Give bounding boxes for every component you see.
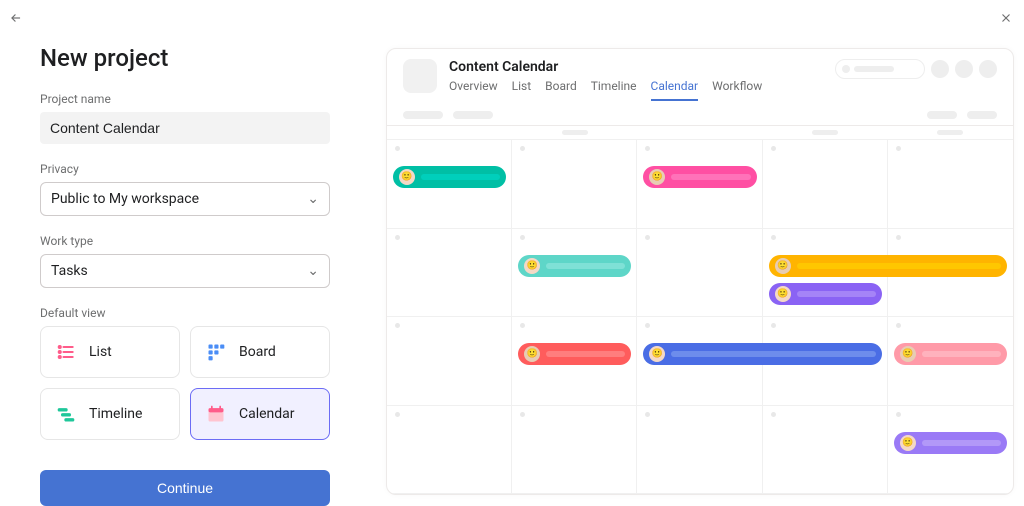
view-tile-list[interactable]: List [40,326,180,378]
chevron-down-icon: ⌄ [307,263,319,279]
avatar: 🙂 [775,286,791,302]
calendar-preview: 🙂 🙂 🙂 🙂 🙂 🙂 🙂 🙂 🙂 [387,125,1013,494]
event-bar-skeleton [546,351,625,357]
view-tile-timeline[interactable]: Timeline [40,388,180,440]
avatar: 🙂 [775,258,791,274]
privacy-select[interactable]: Public to My workspace ⌄ [40,182,330,216]
preview-panel: Content Calendar Overview List Board Tim… [360,38,1024,501]
project-name-input[interactable] [40,112,330,144]
view-tile-label: List [89,344,112,360]
calendar-cell[interactable] [387,317,512,406]
timeline-icon [55,403,77,425]
calendar-cell[interactable] [387,229,512,318]
event-bar-skeleton [421,174,500,180]
event-bar-skeleton [797,291,876,297]
view-tile-label: Board [239,344,276,360]
new-project-form: New project Project name Privacy Public … [0,38,360,501]
calendar-grid: 🙂 🙂 🙂 🙂 🙂 🙂 🙂 🙂 🙂 [387,140,1013,494]
work-type-label: Work type [40,234,330,248]
view-tile-label: Timeline [89,406,142,422]
list-icon [55,341,77,363]
avatar: 🙂 [649,169,665,185]
calendar-event[interactable]: 🙂 [643,343,881,365]
header-actions-skeleton [835,59,997,79]
preview-project-title: Content Calendar [449,59,823,75]
avatar: 🙂 [524,346,540,362]
calendar-cell[interactable] [763,140,888,229]
calendar-cell[interactable] [387,406,512,495]
calendar-event[interactable]: 🙂 [393,166,506,188]
preview-card: Content Calendar Overview List Board Tim… [386,48,1014,495]
privacy-value: Public to My workspace [51,191,199,207]
calendar-event[interactable]: 🙂 [518,255,631,277]
close-icon[interactable] [996,8,1016,28]
calendar-cell[interactable] [637,406,762,495]
tab-workflow[interactable]: Workflow [712,79,762,101]
preview-tabs: Overview List Board Timeline Calendar Wo… [449,79,823,101]
calendar-cell[interactable] [637,229,762,318]
page-title: New project [40,44,330,72]
calendar-event[interactable]: 🙂 [518,343,631,365]
project-name-label: Project name [40,92,330,106]
event-bar-skeleton [546,263,625,269]
calendar-day-headers [387,126,1013,140]
calendar-cell[interactable] [512,406,637,495]
calendar-event[interactable]: 🙂 [894,343,1007,365]
calendar-icon [205,403,227,425]
avatar: 🙂 [399,169,415,185]
tab-calendar[interactable]: Calendar [651,79,699,101]
calendar-event[interactable]: 🙂 [894,432,1007,454]
project-icon-placeholder [403,59,437,93]
avatar: 🙂 [524,258,540,274]
event-bar-skeleton [922,440,1001,446]
default-view-grid: List Board Timeline Calendar [40,326,330,440]
calendar-cell[interactable] [512,140,637,229]
calendar-event[interactable]: 🙂 [643,166,756,188]
work-type-select[interactable]: Tasks ⌄ [40,254,330,288]
view-tile-calendar[interactable]: Calendar [190,388,330,440]
event-bar-skeleton [797,263,1001,269]
tab-overview[interactable]: Overview [449,79,498,101]
avatar: 🙂 [900,346,916,362]
board-icon [205,341,227,363]
toolbar-skeleton [387,101,1013,125]
calendar-event[interactable]: 🙂 [769,283,882,305]
tab-board[interactable]: Board [545,79,577,101]
avatar: 🙂 [649,346,665,362]
calendar-event[interactable]: 🙂 [769,255,1007,277]
back-arrow-icon[interactable] [6,8,26,28]
tab-list[interactable]: List [512,79,532,101]
event-bar-skeleton [922,351,1001,357]
privacy-label: Privacy [40,162,330,176]
event-bar-skeleton [671,351,875,357]
default-view-label: Default view [40,306,330,320]
tab-timeline[interactable]: Timeline [591,79,637,101]
view-tile-label: Calendar [239,406,295,422]
calendar-cell[interactable] [888,140,1013,229]
event-bar-skeleton [671,174,750,180]
calendar-cell[interactable] [763,406,888,495]
view-tile-board[interactable]: Board [190,326,330,378]
chevron-down-icon: ⌄ [307,191,319,207]
avatar: 🙂 [900,435,916,451]
work-type-value: Tasks [51,263,88,279]
